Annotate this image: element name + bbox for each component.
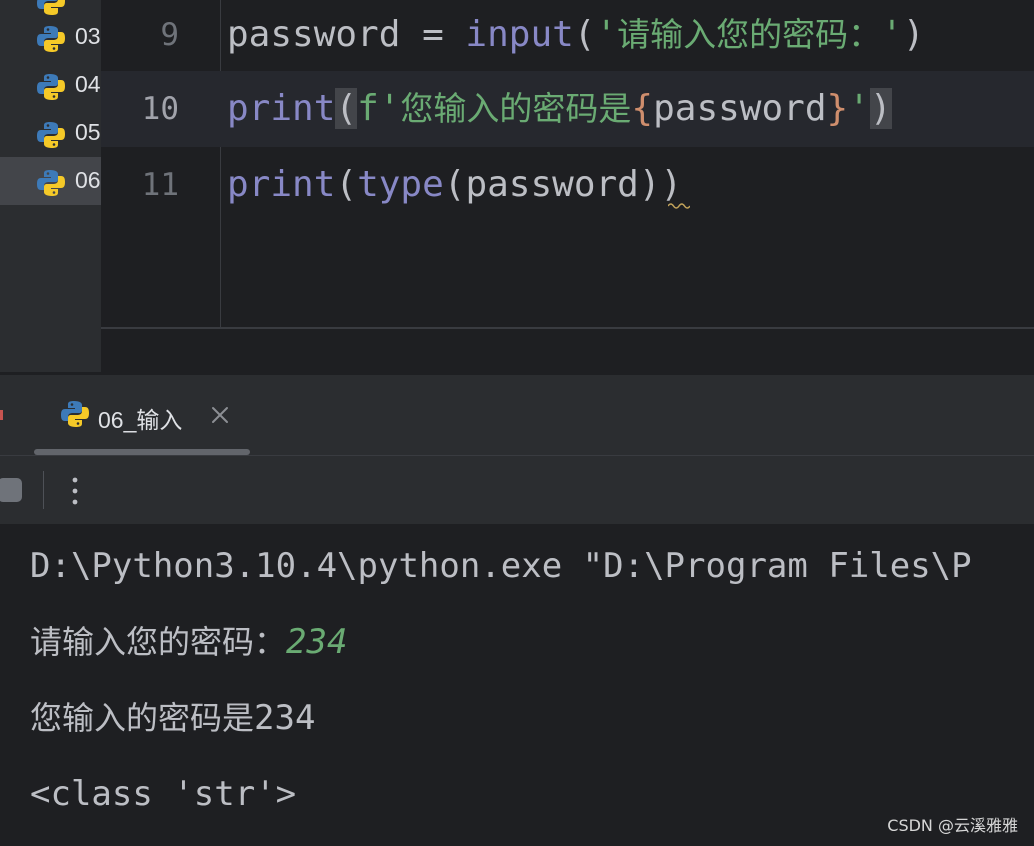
console-prompt-line: 请输入您的密码：234 [30,622,348,662]
code-line-9[interactable]: 9 password = input('请输入您的密码：') [101,0,1034,73]
tree-item-04[interactable]: 04 [0,61,101,109]
console-user-input: 234 [286,622,348,662]
python-file-icon [37,26,65,52]
run-toolbar [0,456,1034,524]
matched-paren: ) [869,88,892,129]
line-number: 10 [141,91,179,127]
run-tab-label: 06_输入 [98,407,183,433]
watermark: CSDN @云溪雅雅 [887,816,1018,835]
console-command-line: D:\Python3.10.4\python.exe "D:\Program F… [30,546,972,586]
warning-squiggle-icon [668,203,690,209]
toolbar-separator [43,471,44,509]
project-sidebar: 03 04 05 06 [0,0,101,372]
code-text: print(f'您输入的密码是{password}') [227,88,892,129]
code-text: print(type(password)) [227,164,683,205]
tree-item-05[interactable]: 05 [0,109,101,157]
python-file-icon [37,122,65,148]
tree-item-label: 06 [75,167,101,193]
code-line-11[interactable]: 11 print(type(password)) [101,147,1034,223]
run-tab[interactable]: 06_输入 [34,375,250,455]
code-text: password = input('请输入您的密码：') [227,14,925,55]
python-file-icon [37,170,65,196]
more-vertical-icon[interactable] [65,474,85,508]
stop-icon[interactable] [0,478,22,502]
code-line-10[interactable]: 10 print(f'您输入的密码是{password}') [101,71,1034,147]
error-marker [0,410,3,420]
tree-item-label: 05 [75,119,101,145]
tree-item-label: 04 [75,71,101,97]
editor-empty-area [101,329,1034,372]
tree-item-03[interactable]: 03 [0,13,101,61]
tree-item-06[interactable]: 06 [0,157,101,205]
tree-item-label: 03 [75,23,101,49]
close-icon[interactable] [210,405,230,425]
run-tab-bar: 06_输入 [0,375,1034,455]
python-file-icon [37,74,65,100]
console-output-line: 您输入的密码是234 [30,698,316,738]
console-output-line: <class 'str'> [30,774,297,814]
line-number: 11 [141,167,179,203]
python-file-icon [61,401,89,427]
run-console[interactable]: D:\Python3.10.4\python.exe "D:\Program F… [0,524,1034,846]
line-number: 9 [160,17,179,53]
matched-paren: ( [335,88,358,129]
